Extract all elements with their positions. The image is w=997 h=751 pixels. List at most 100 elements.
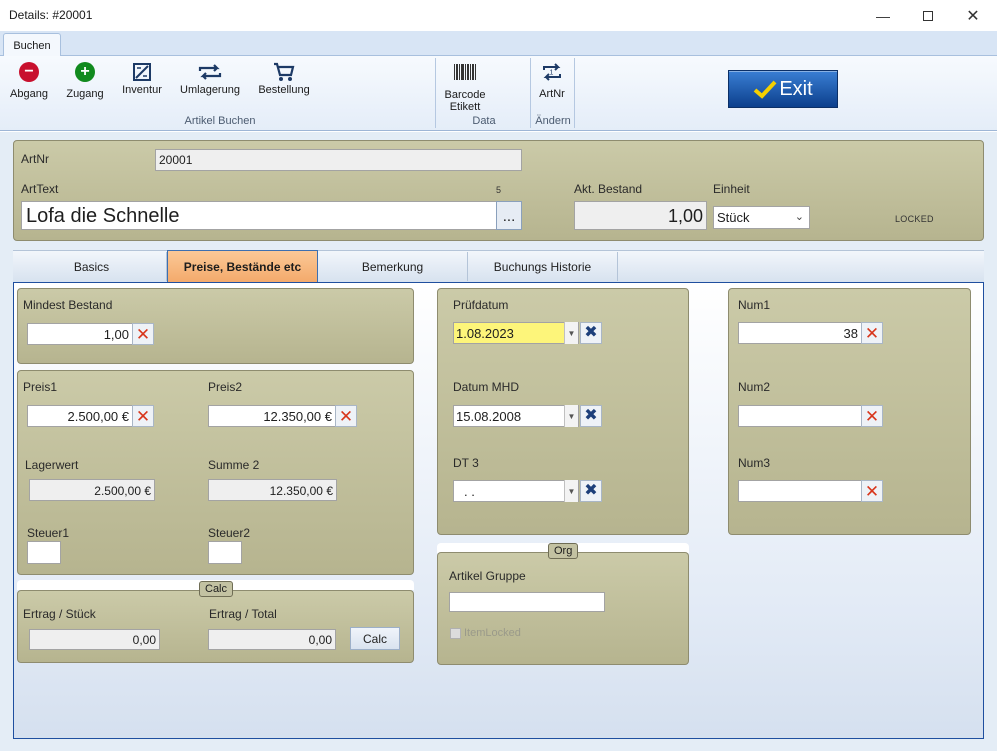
summe2-label: Summe 2 <box>208 458 260 472</box>
clear-mhd-button[interactable]: ✖ <box>580 405 602 427</box>
tab-buchungs-historie[interactable]: Buchungs Historie <box>468 252 618 281</box>
tab-basics[interactable]: Basics <box>17 252 167 281</box>
preis1-field[interactable]: 2.500,00 € <box>27 405 133 427</box>
inventur-button[interactable]: Inventur <box>119 60 165 96</box>
num3-label: Num3 <box>738 456 771 470</box>
ribbon-tabstrip <box>0 31 997 56</box>
transfer-icon <box>198 64 222 80</box>
mindest-bestand-field[interactable]: 1,00 <box>27 323 133 345</box>
bestand-label: Akt. Bestand <box>574 182 643 196</box>
dt3-value: . . <box>464 483 475 499</box>
artikel-gruppe-field[interactable] <box>449 592 605 612</box>
clear-x-icon: ✖ <box>584 324 598 341</box>
artnr-field[interactable]: 20001 <box>155 149 522 171</box>
locked-indicator: LOCKED <box>895 214 934 224</box>
tab-bemerkung[interactable]: Bemerkung <box>318 252 468 281</box>
group-aendern: Ändern <box>535 115 571 127</box>
abgang-button[interactable]: − Abgang <box>8 60 50 100</box>
clear-dt3-button[interactable]: ✖ <box>580 480 602 502</box>
zugang-label: Zugang <box>66 88 104 100</box>
tab-preise-bestaende[interactable]: Preise, Bestände etc <box>167 250 318 283</box>
num2-field[interactable] <box>738 405 862 427</box>
chevron-down-icon: ⌄ <box>794 211 804 223</box>
group-data: Data <box>472 115 496 127</box>
barcode-label-line1: Barcode <box>444 89 486 101</box>
arttext-ellipsis-button[interactable]: ... <box>496 201 522 230</box>
calc-button[interactable]: Calc <box>350 627 400 650</box>
ertrag-stueck-field: 0,00 <box>29 629 160 650</box>
close-icon: ✕ <box>966 7 980 25</box>
maximize-icon <box>923 10 933 21</box>
preis2-field[interactable]: 12.350,00 € <box>208 405 336 427</box>
calendar-dropdown-icon[interactable]: ▼ <box>564 322 578 344</box>
num1-label: Num1 <box>738 298 771 312</box>
pruefdatum-label: Prüfdatum <box>453 298 509 312</box>
mhd-field[interactable]: 15.08.2008 ▼ <box>453 405 579 427</box>
minus-circle-icon: − <box>19 62 39 82</box>
org-caption: Org <box>548 543 579 559</box>
zugang-button[interactable]: + Zugang <box>63 60 107 100</box>
clear-x-icon: ✕ <box>864 481 880 501</box>
barcode-icon <box>454 64 476 80</box>
itemlocked-label: ItemLocked <box>464 627 521 639</box>
inventory-icon <box>133 63 151 81</box>
calendar-dropdown-icon[interactable]: ▼ <box>564 480 578 502</box>
clear-pruefdatum-button[interactable]: ✖ <box>580 322 602 344</box>
checkmark-icon <box>754 80 777 99</box>
pruefdatum-field[interactable]: 1.08.2023 ▼ <box>453 322 579 344</box>
clear-x-icon: ✕ <box>135 406 151 426</box>
dt3-field[interactable]: . . ▼ <box>453 480 579 502</box>
exit-button[interactable]: Exit <box>728 70 838 108</box>
minimize-icon: — <box>876 7 890 24</box>
ertrag-total-field: 0,00 <box>208 629 336 650</box>
lagerwert-field: 2.500,00 € <box>29 479 155 501</box>
clear-x-icon: ✕ <box>864 406 880 426</box>
bestellung-button[interactable]: Bestellung <box>256 60 312 96</box>
clear-x-icon: ✖ <box>584 482 598 499</box>
minimize-button[interactable]: — <box>860 0 906 31</box>
shopping-cart-icon <box>274 62 295 81</box>
title-bar <box>0 0 997 31</box>
plus-circle-icon: + <box>75 62 95 82</box>
swap-number-icon: 1 <box>543 63 561 81</box>
ribbon-separator <box>574 58 575 128</box>
mhd-label: Datum MHD <box>453 380 520 394</box>
umlagerung-label: Umlagerung <box>180 84 240 96</box>
close-button[interactable]: ✕ <box>950 0 996 31</box>
mindest-bestand-label: Mindest Bestand <box>23 298 113 312</box>
clear-num3-button[interactable]: ✕ <box>861 480 883 502</box>
artikel-gruppe-label: Artikel Gruppe <box>449 569 526 583</box>
ribbon-tab-buchen[interactable]: Buchen <box>3 33 61 57</box>
artnr-change-button[interactable]: 1 ArtNr <box>534 60 570 100</box>
arttext-label: ArtText <box>21 182 59 196</box>
exit-label: Exit <box>779 77 813 100</box>
einheit-select[interactable]: Stück ⌄ <box>713 206 810 229</box>
steuer2-field[interactable] <box>208 541 242 564</box>
clear-x-icon: ✕ <box>864 323 880 343</box>
clear-num2-button[interactable]: ✕ <box>861 405 883 427</box>
ertrag-total-label: Ertrag / Total <box>209 607 277 621</box>
clear-preis1-button[interactable]: ✕ <box>132 405 154 427</box>
window-title: Details: #20001 <box>9 8 93 22</box>
itemlocked-checkbox[interactable] <box>450 628 461 639</box>
calc-caption: Calc <box>199 581 234 597</box>
mhd-value: 15.08.2008 <box>456 408 522 424</box>
clear-mindest-button[interactable]: ✕ <box>132 323 154 345</box>
calendar-dropdown-icon[interactable]: ▼ <box>564 405 578 427</box>
steuer1-label: Steuer1 <box>27 526 70 540</box>
arttext-field[interactable]: Lofa die Schnelle <box>21 201 497 230</box>
clear-preis2-button[interactable]: ✕ <box>335 405 357 427</box>
num1-field[interactable]: 38 <box>738 322 862 344</box>
maximize-button[interactable] <box>905 0 951 31</box>
umlagerung-button[interactable]: Umlagerung <box>178 60 242 96</box>
num3-field[interactable] <box>738 480 862 502</box>
steuer1-field[interactable] <box>27 541 61 564</box>
clear-num1-button[interactable]: ✕ <box>861 322 883 344</box>
einheit-value: Stück <box>717 210 750 225</box>
barcode-etikett-button[interactable]: Barcode Etikett <box>440 60 490 113</box>
einheit-label: Einheit <box>713 182 750 196</box>
svg-text:1: 1 <box>550 70 554 77</box>
clear-x-icon: ✕ <box>135 324 151 344</box>
num2-label: Num2 <box>738 380 771 394</box>
ertrag-stueck-label: Ertrag / Stück <box>23 607 96 621</box>
